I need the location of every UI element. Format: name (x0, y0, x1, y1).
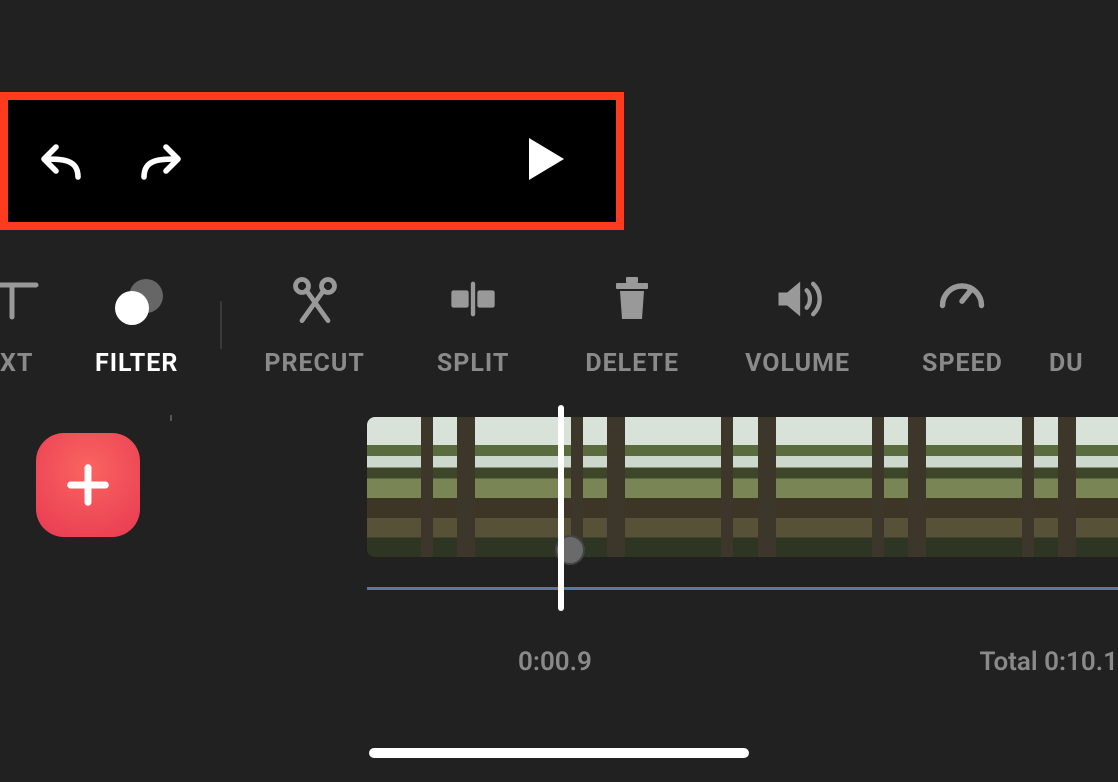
tool-delete[interactable]: DELETE (585, 273, 679, 378)
ruler-mark (170, 415, 172, 421)
clip-frame (667, 417, 817, 557)
home-indicator[interactable] (369, 748, 749, 758)
tool-duplicate[interactable]: DU (1049, 273, 1094, 378)
toolbar-divider (220, 301, 222, 349)
clip-frame (968, 417, 1118, 557)
add-media-button[interactable] (36, 433, 140, 537)
clip-frame (517, 417, 667, 557)
timeline: 0:00.9 Total 0:10.1 (0, 415, 1118, 675)
volume-icon (769, 273, 827, 325)
clip-frame (818, 417, 968, 557)
tool-duplicate-label: DU (1049, 349, 1084, 378)
editing-toolbar: XT FILTER PRECUT (0, 260, 1118, 390)
tool-volume-label: VOLUME (745, 349, 850, 378)
scissors-icon (289, 273, 341, 325)
tool-volume[interactable]: VOLUME (745, 273, 850, 378)
tool-precut[interactable]: PRECUT (264, 273, 365, 378)
tool-filter-label: FILTER (95, 349, 178, 378)
playhead[interactable] (558, 405, 564, 611)
clip-frame (367, 417, 517, 557)
redo-button[interactable] (136, 137, 184, 185)
player-controls-highlight (0, 92, 624, 230)
tool-speed-label: SPEED (922, 349, 1003, 378)
tool-delete-label: DELETE (585, 349, 679, 378)
play-icon (515, 131, 571, 187)
text-icon (0, 273, 48, 325)
duplicate-icon (1049, 273, 1089, 325)
timeline-track[interactable] (367, 587, 1118, 590)
total-time: Total 0:10.1 (979, 647, 1118, 677)
tool-split-label: SPLIT (437, 349, 509, 378)
undo-button[interactable] (38, 137, 86, 185)
filter-icon (111, 273, 163, 325)
tool-speed[interactable]: SPEED (922, 273, 1003, 378)
delete-icon (608, 273, 656, 325)
current-time: 0:00.9 (518, 647, 592, 677)
redo-icon (136, 137, 184, 185)
plus-icon (62, 459, 114, 511)
tool-filter[interactable]: FILTER (95, 273, 178, 378)
clip-strip[interactable] (367, 417, 1118, 557)
split-icon (445, 273, 501, 325)
tool-precut-label: PRECUT (264, 349, 365, 378)
tool-text-label: XT (0, 349, 33, 378)
undo-icon (38, 137, 86, 185)
play-button[interactable] (515, 131, 571, 191)
tool-text[interactable]: XT (0, 273, 55, 378)
tool-split[interactable]: SPLIT (437, 273, 509, 378)
speed-icon (936, 273, 988, 325)
